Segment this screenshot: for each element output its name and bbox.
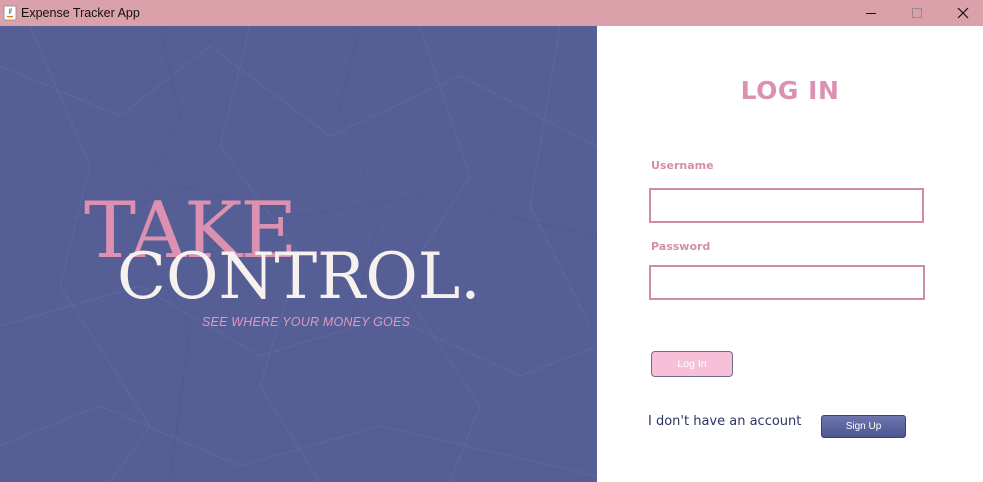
close-button[interactable] [940, 0, 983, 26]
username-label: Username [651, 159, 714, 172]
no-account-text: I don't have an account [648, 414, 802, 429]
close-icon [957, 7, 969, 19]
username-input[interactable] [649, 188, 924, 223]
headline-control: CONTROL. [117, 240, 481, 314]
login-button[interactable]: Log In [651, 351, 733, 377]
login-panel: LOG IN Username Password Log In I don't … [597, 26, 983, 482]
minimize-button[interactable] [848, 0, 894, 26]
hero-panel: TAKE CONTROL. SEE WHERE YOUR MONEY GOES [0, 26, 597, 482]
window-title: Expense Tracker App [21, 6, 140, 20]
login-title: LOG IN [740, 76, 840, 105]
tagline: SEE WHERE YOUR MONEY GOES [202, 315, 411, 329]
password-label: Password [651, 240, 711, 253]
maximize-button[interactable] [894, 0, 940, 26]
maximize-icon [912, 8, 922, 18]
password-input[interactable] [649, 265, 925, 300]
title-bar: Expense Tracker App [0, 0, 983, 26]
java-app-icon [3, 5, 17, 21]
minimize-icon [866, 13, 876, 14]
signup-button[interactable]: Sign Up [821, 415, 906, 438]
